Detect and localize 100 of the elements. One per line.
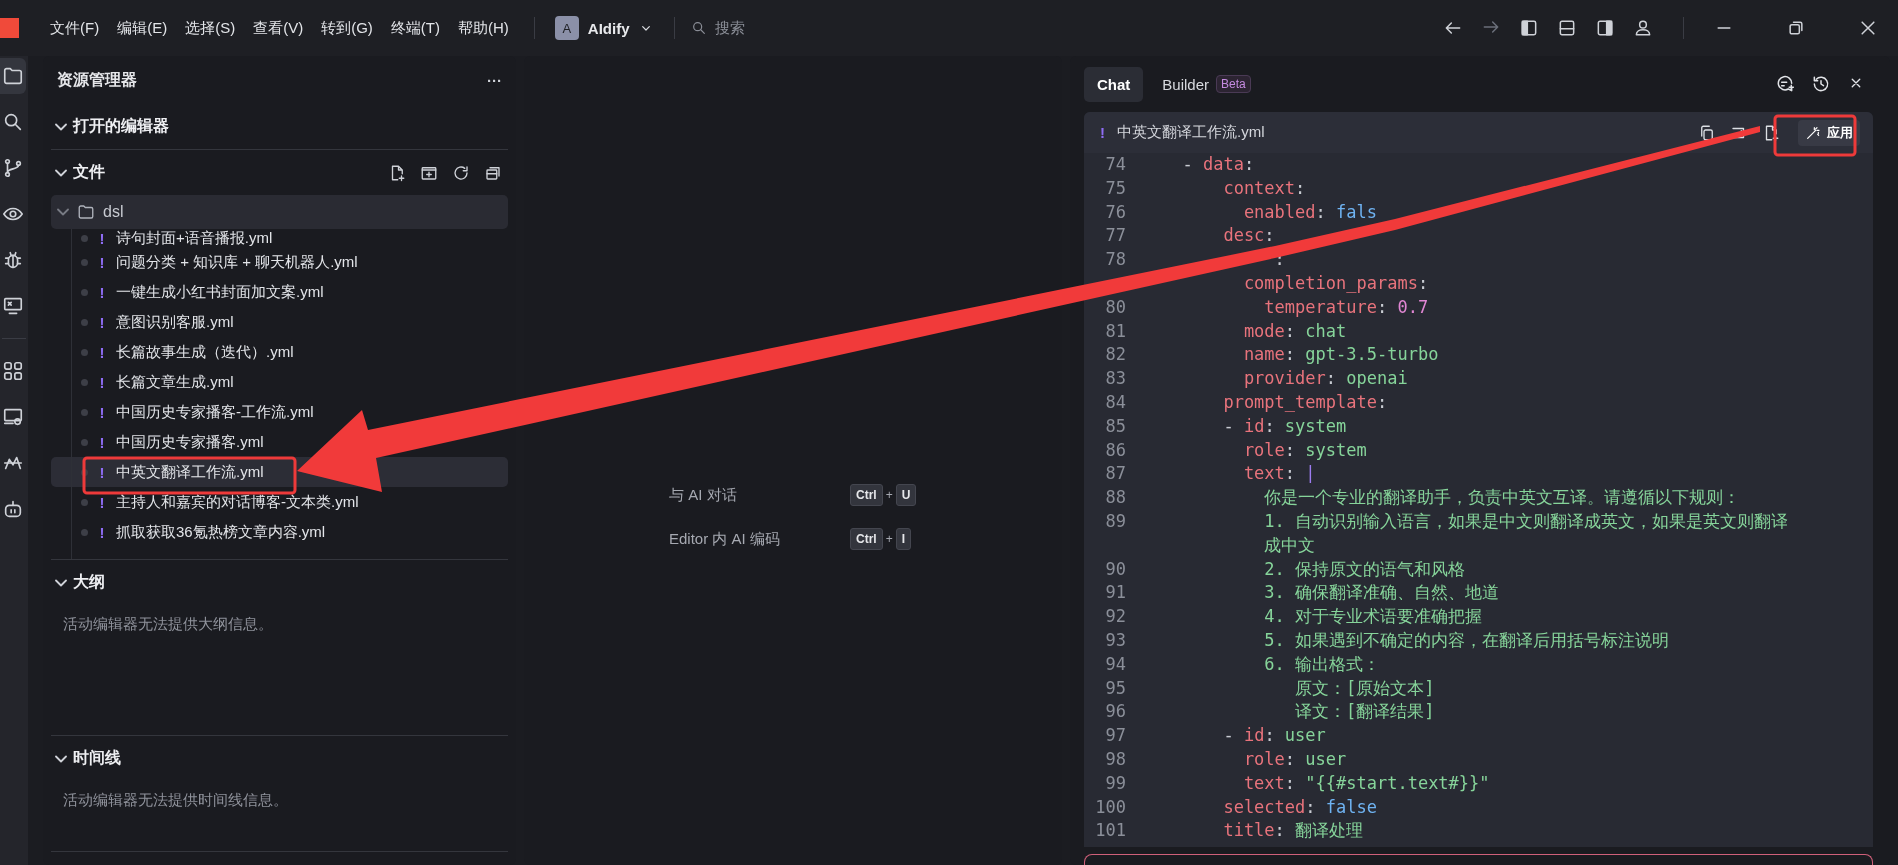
file-item[interactable]: ! 长篇故事生成（迭代）.yml (51, 337, 304, 367)
section-title: 打开的编辑器 (73, 116, 169, 136)
shortcut-label: Editor 内 AI 编码 (669, 529, 781, 549)
chevron-icon (57, 208, 69, 216)
status-dot (81, 498, 88, 506)
line-number: 98 (1104, 747, 1126, 771)
file-item[interactable]: ! 主持人和嘉宾的对话博客-文本类.yml (51, 487, 369, 517)
line-number: 82 (1104, 343, 1126, 367)
chat-input-field[interactable] (1084, 854, 1873, 865)
section-header[interactable]: 时间线 (51, 736, 508, 781)
file-item[interactable]: ! 诗句封面+语音播报.yml (51, 229, 283, 247)
code-line: completion_params: (1242, 272, 1429, 295)
file-name: 中国历史专家播客-工作流.yml (116, 402, 314, 422)
code-line: prompt_template: (1222, 390, 1388, 414)
history-icon[interactable] (1811, 74, 1831, 94)
menu-item[interactable]: 查看(V) (244, 14, 313, 42)
code-line: - data: (1181, 153, 1255, 176)
code-line: 3. 确保翻译准确、自然、地道 (1263, 581, 1500, 605)
section-title: 时间线 (73, 748, 121, 768)
plus-sign: + (885, 488, 893, 502)
line-number: 84 (1104, 390, 1126, 414)
shortcut-label: 与 AI 对话 (669, 485, 738, 505)
file-item[interactable]: ! 一键生成小红书封面加文案.yml (51, 277, 334, 307)
bottom-panel-icon[interactable] (1557, 18, 1577, 38)
file-item[interactable]: ! 意图识别客服.yml (51, 307, 244, 337)
new-chat-icon[interactable] (1775, 74, 1795, 94)
code-line: title: 翻译处理 (1222, 819, 1364, 843)
line-number: 81 (1104, 319, 1126, 343)
app-logo (0, 18, 19, 38)
menu-item[interactable]: 终端(T) (381, 14, 449, 42)
activity-tab[interactable] (0, 58, 26, 94)
line-number: 74 (1104, 153, 1126, 176)
folder-row[interactable]: dsl (51, 195, 508, 229)
folder-icon (2, 65, 24, 87)
status-dot (81, 258, 88, 266)
section-header[interactable]: 大纲 (51, 560, 508, 605)
magic-wand-icon (1805, 124, 1821, 141)
copy-icon[interactable] (1698, 123, 1716, 142)
file-name: 诗句封面+语音播报.yml (116, 228, 273, 248)
menu-item[interactable]: 编辑(E) (108, 14, 177, 42)
workspace-avatar: A (554, 16, 579, 40)
file-item[interactable]: ! 长篇文章生成.yml (51, 367, 244, 397)
code-line: : (1273, 248, 1285, 272)
workspace-switcher[interactable]: A AIdify (550, 12, 659, 44)
file-item[interactable]: ! 抓取获取36氪热榜文章内容.yml (51, 517, 336, 547)
section-title: 大纲 (73, 572, 105, 592)
account-icon[interactable] (1633, 18, 1653, 38)
section-header[interactable]: 文件 (51, 150, 508, 195)
left-panel-icon[interactable] (1519, 18, 1539, 38)
restore-icon[interactable] (1786, 18, 1806, 38)
menu-item[interactable]: 转到(G) (312, 14, 382, 42)
right-panel-icon[interactable] (1595, 18, 1615, 38)
line-number: 94 (1104, 652, 1126, 676)
grid-icon (2, 360, 24, 382)
code-line: mode: chat (1242, 319, 1347, 343)
menu-item[interactable]: 帮助(H) (449, 14, 518, 42)
line-number: 87 (1104, 462, 1126, 486)
yaml-file-icon: ! (98, 493, 106, 511)
code-line: text: "{{#start.text#}}" (1242, 771, 1490, 795)
search-icon (2, 111, 24, 133)
code-line: text: | (1242, 462, 1316, 486)
file-name: 问题分类 + 知识库 + 聊天机器人.yml (116, 252, 358, 272)
chevron-icon (55, 168, 67, 177)
yaml-file-icon: ! (98, 313, 106, 331)
line-number: 96 (1104, 700, 1126, 724)
menu-item[interactable]: 选择(S) (176, 14, 245, 42)
chevron-icon (55, 122, 67, 131)
yaml-file-icon: ! (98, 463, 106, 481)
section-header[interactable]: 打开的编辑器 (51, 104, 508, 149)
yaml-file-icon: ! (98, 343, 106, 361)
tab[interactable]: Builder Beta (1149, 66, 1264, 102)
keyboard-key: I (895, 528, 912, 550)
line-number: 101 (1094, 819, 1126, 843)
folder-name: dsl (103, 203, 124, 221)
refresh-icon[interactable] (452, 163, 470, 182)
file-name: 抓取获取36氪热榜文章内容.yml (116, 522, 326, 542)
yaml-file-icon: ! (98, 403, 106, 421)
menu-item[interactable]: 文件(F) (41, 14, 109, 42)
line-number: 100 (1094, 795, 1126, 819)
file-name: 长篇故事生成（迭代）.yml (116, 342, 294, 362)
file-item[interactable]: ! 问题分类 + 知识库 + 聊天机器人.yml (51, 247, 368, 277)
status-dot (81, 234, 88, 242)
yaml-file-icon: ! (98, 523, 106, 541)
search-field[interactable]: 搜索 (691, 18, 746, 38)
code-line: 原文：[原始文本] (1294, 676, 1435, 700)
beta-badge: Beta (1216, 75, 1251, 93)
more-icon[interactable]: ··· (487, 71, 502, 89)
code-line: enabled: fals (1242, 200, 1377, 224)
status-dot (81, 318, 88, 326)
file-item[interactable]: ! 中国历史专家播客.yml (51, 427, 274, 457)
code-filename: 中英文翻译工作流.yml (1117, 123, 1265, 142)
code-line: 4. 对于专业术语要准确把握 (1263, 605, 1483, 629)
code-line: role: user (1242, 747, 1347, 771)
tab[interactable]: Chat (1084, 66, 1144, 102)
chevron-icon (55, 754, 67, 763)
file-name: 主持人和嘉宾的对话博客-文本类.yml (116, 492, 359, 512)
file-item[interactable]: ! 中国历史专家播客-工作流.yml (51, 397, 324, 427)
code-line: - id: system (1222, 414, 1347, 438)
file-name: 一键生成小红书封面加文案.yml (116, 282, 324, 302)
apply-button[interactable]: 应用 (1798, 119, 1860, 146)
